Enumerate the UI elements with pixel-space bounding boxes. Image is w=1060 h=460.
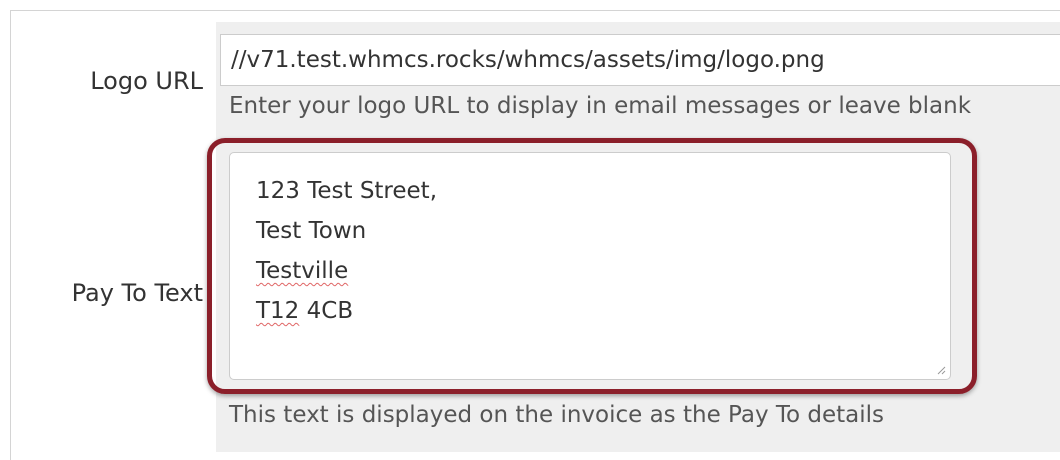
logo-url-help-text: Enter your logo URL to display in email … bbox=[229, 93, 972, 119]
pay-to-text-label: Pay To Text bbox=[71, 279, 203, 307]
logo-url-label: Logo URL bbox=[90, 67, 203, 95]
logo-url-input[interactable]: //v71.test.whmcs.rocks/whmcs/assets/img/… bbox=[220, 34, 1060, 86]
pay-to-line-4: T12 4CB bbox=[256, 291, 950, 331]
resize-handle-icon[interactable] bbox=[936, 365, 946, 375]
pay-to-text-textarea[interactable]: 123 Test Street, Test Town Testville T12… bbox=[229, 152, 951, 380]
pay-to-help-text: This text is displayed on the invoice as… bbox=[229, 402, 885, 428]
pay-to-line-1: 123 Test Street, bbox=[256, 178, 438, 204]
pay-to-line-3: Testville bbox=[256, 258, 349, 284]
pay-to-line-2: Test Town bbox=[256, 218, 367, 244]
pay-to-postcode-part-1: T12 bbox=[256, 298, 300, 324]
pay-to-postcode-part-2: 4CB bbox=[306, 298, 354, 324]
